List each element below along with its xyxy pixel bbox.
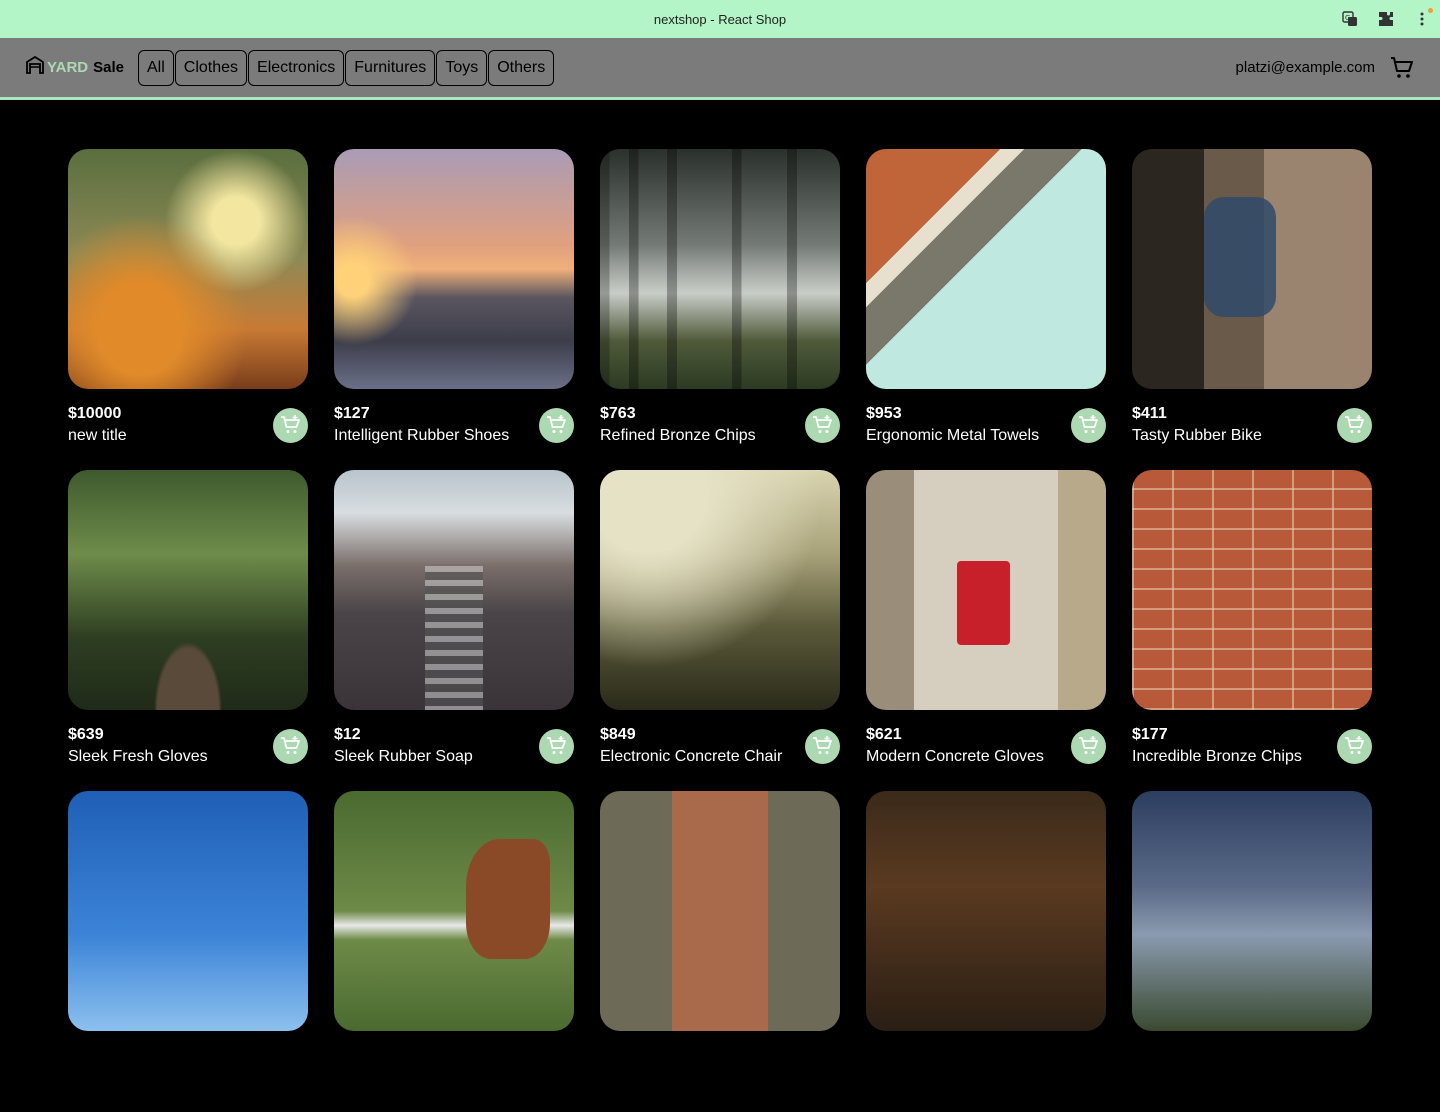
add-to-cart-button[interactable] (1337, 407, 1372, 443)
product-price: $177 (1132, 726, 1168, 743)
product-card[interactable]: $763 Refined Bronze Chips (600, 149, 840, 470)
product-card[interactable]: $127 Intelligent Rubber Shoes (334, 149, 574, 470)
product-card[interactable]: $10000 new title (68, 149, 308, 470)
product-name: new title (68, 427, 127, 444)
shopping-cart-icon[interactable] (1389, 55, 1415, 81)
more-menu-icon[interactable] (1414, 8, 1433, 27)
product-name: Electronic Concrete Chair (600, 748, 783, 765)
add-to-cart-icon (1344, 415, 1364, 433)
product-name: Modern Concrete Gloves (866, 748, 1044, 765)
add-to-cart-button[interactable] (805, 407, 840, 443)
window-title: nextshop - React Shop (653, 11, 787, 27)
update-badge (1428, 8, 1433, 13)
add-to-cart-icon (546, 415, 566, 433)
category-electronics[interactable]: Electronics (248, 49, 345, 86)
add-to-cart-icon (280, 736, 300, 754)
product-price: $127 (334, 405, 370, 422)
product-image[interactable] (68, 470, 308, 710)
product-card[interactable]: $177 Incredible Bronze Chips (1132, 470, 1372, 791)
product-name: Sleek Fresh Gloves (68, 748, 208, 765)
product-price: $10000 (68, 405, 122, 422)
add-to-cart-button[interactable] (805, 728, 840, 764)
product-price: $763 (600, 405, 636, 422)
logo-yard-text: YARD (47, 59, 89, 76)
product-image[interactable] (68, 149, 308, 389)
translate-icon[interactable]: G (1342, 11, 1358, 27)
extensions-icon[interactable] (1378, 11, 1394, 27)
category-clothes[interactable]: Clothes (174, 49, 248, 86)
product-card[interactable]: $12 Sleek Rubber Soap (334, 470, 574, 791)
product-name: Ergonomic Metal Towels (866, 427, 1040, 444)
category-toys[interactable]: Toys (436, 49, 488, 86)
product-image[interactable] (1132, 149, 1372, 389)
add-to-cart-button[interactable] (1071, 407, 1106, 443)
add-to-cart-button[interactable] (273, 407, 308, 443)
product-image[interactable] (334, 470, 574, 710)
store-icon (25, 55, 45, 79)
add-to-cart-button[interactable] (539, 728, 574, 764)
product-image[interactable] (1132, 470, 1372, 710)
product-image[interactable] (600, 791, 840, 1031)
product-card[interactable]: $621 Modern Concrete Gloves (866, 470, 1106, 791)
product-image[interactable] (334, 791, 574, 1031)
product-price: $639 (68, 726, 104, 743)
category-furnitures[interactable]: Furnitures (345, 49, 436, 86)
logo-sale-text: Sale (93, 59, 124, 76)
add-to-cart-icon (1078, 415, 1098, 433)
product-price: $849 (600, 726, 636, 743)
product-image[interactable] (68, 791, 308, 1031)
add-to-cart-icon (812, 415, 832, 433)
product-image[interactable] (600, 470, 840, 710)
product-card[interactable] (866, 791, 1106, 1112)
product-card[interactable]: $953 Ergonomic Metal Towels (866, 149, 1106, 470)
product-image[interactable] (1132, 791, 1372, 1031)
add-to-cart-icon (812, 736, 832, 754)
product-price: $12 (334, 726, 361, 743)
add-to-cart-button[interactable] (539, 407, 574, 443)
product-image[interactable] (600, 149, 840, 389)
product-card[interactable]: $849 Electronic Concrete Chair (600, 470, 840, 791)
product-name: Intelligent Rubber Shoes (334, 427, 510, 444)
add-to-cart-icon (546, 736, 566, 754)
browser-titlebar: nextshop - React Shop G (0, 0, 1440, 38)
product-image[interactable] (866, 149, 1106, 389)
product-price: $953 (866, 405, 902, 422)
product-name: Incredible Bronze Chips (1132, 748, 1302, 765)
category-all[interactable]: All (138, 49, 174, 86)
svg-text:G: G (1345, 14, 1350, 22)
navbar: YARD Sale All Clothes Electronics Furnit… (0, 38, 1440, 100)
product-name: Tasty Rubber Bike (1132, 427, 1262, 444)
product-card[interactable]: $639 Sleek Fresh Gloves (68, 470, 308, 791)
product-price: $411 (1132, 405, 1167, 422)
product-grid: $10000 new title $127 Intelligent Rubber S… (68, 149, 1372, 1112)
add-to-cart-icon (1078, 736, 1098, 754)
product-image[interactable] (866, 470, 1106, 710)
product-card[interactable] (600, 791, 840, 1112)
add-to-cart-button[interactable] (1337, 728, 1372, 764)
add-to-cart-button[interactable] (273, 728, 308, 764)
product-card[interactable]: $411 Tasty Rubber Bike (1132, 149, 1372, 470)
product-name: Refined Bronze Chips (600, 427, 756, 444)
add-to-cart-button[interactable] (1071, 728, 1106, 764)
user-email[interactable]: platzi@example.com (1236, 59, 1375, 76)
add-to-cart-icon (1344, 736, 1364, 754)
product-card[interactable] (1132, 791, 1372, 1112)
product-price: $621 (866, 726, 902, 743)
product-image[interactable] (334, 149, 574, 389)
product-image[interactable] (866, 791, 1106, 1031)
category-others[interactable]: Others (488, 49, 555, 86)
category-list: All Clothes Electronics Furnitures Toys … (138, 49, 555, 86)
product-name: Sleek Rubber Soap (334, 748, 473, 765)
product-card[interactable] (334, 791, 574, 1112)
logo[interactable]: YARD Sale (25, 55, 124, 79)
add-to-cart-icon (280, 415, 300, 433)
product-card[interactable] (68, 791, 308, 1112)
